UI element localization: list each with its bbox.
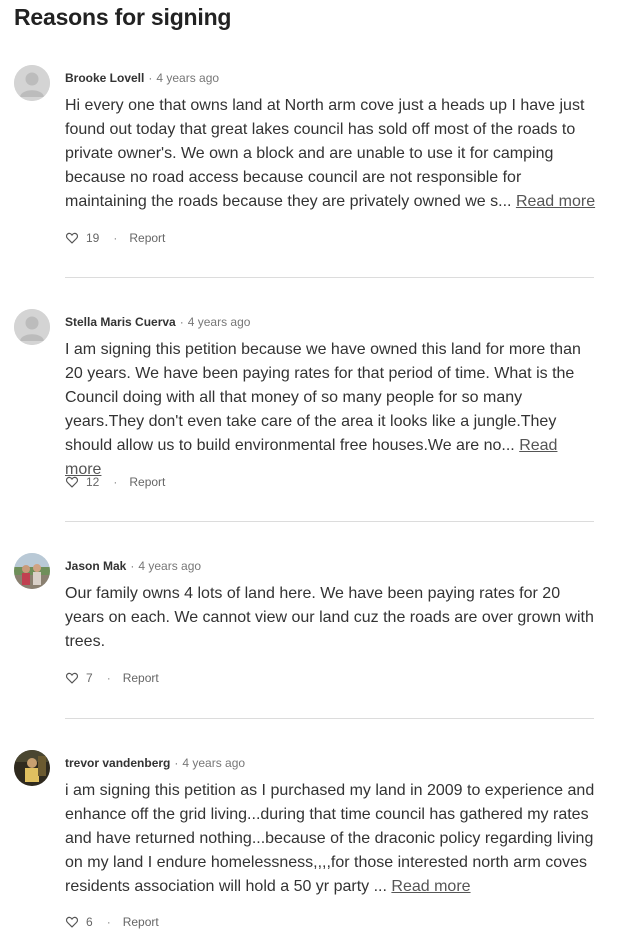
divider	[65, 718, 594, 719]
comment-body: I am signing this petition because we ha…	[65, 338, 597, 482]
author-name[interactable]: Jason Mak	[65, 559, 126, 573]
author-name[interactable]: trevor vandenberg	[65, 756, 170, 770]
divider	[65, 521, 594, 522]
action-separator: ·	[113, 475, 118, 489]
comment-actions: 7 · Report	[65, 671, 159, 685]
comment-body: Hi every one that owns land at North arm…	[65, 94, 597, 214]
comment-actions: 19 · Report	[65, 231, 165, 245]
comment-meta: Stella Maris Cuerva · 4 years ago	[65, 315, 250, 329]
heart-icon[interactable]	[65, 475, 79, 489]
comment-item: Brooke Lovell · 4 years ago Hi every one t…	[0, 65, 619, 278]
avatar[interactable]	[14, 65, 50, 101]
meta-separator: ·	[174, 756, 179, 770]
comment-item: Stella Maris Cuerva · 4 years ago I am sig…	[0, 309, 619, 522]
like-count: 19	[86, 231, 100, 245]
comment-meta: Jason Mak · 4 years ago	[65, 559, 201, 573]
like-count: 7	[86, 671, 93, 685]
avatar[interactable]	[14, 309, 50, 345]
comment-meta: trevor vandenberg · 4 years ago	[65, 756, 245, 770]
comment-body: i am signing this petition as I purchase…	[65, 779, 597, 899]
comment-meta: Brooke Lovell · 4 years ago	[65, 71, 219, 85]
comment-item: Jason Mak · 4 years ago Our family owns 4 …	[0, 553, 619, 719]
meta-separator: ·	[148, 71, 153, 85]
comment-item: trevor vandenberg · 4 years ago i am signi…	[0, 750, 619, 936]
default-avatar-icon	[14, 65, 50, 101]
report-link[interactable]: Report	[129, 231, 165, 245]
avatar[interactable]	[14, 553, 50, 589]
report-link[interactable]: Report	[129, 475, 165, 489]
action-separator: ·	[113, 231, 118, 245]
photo-avatar-icon	[14, 553, 50, 589]
author-name[interactable]: Brooke Lovell	[65, 71, 144, 85]
meta-separator: ·	[179, 315, 184, 329]
divider	[65, 277, 594, 278]
read-more-link[interactable]: Read more	[516, 193, 595, 210]
comment-time: 4 years ago	[182, 756, 246, 770]
comment-actions: 12 · Report	[65, 475, 165, 489]
like-count: 12	[86, 475, 100, 489]
comment-time: 4 years ago	[138, 559, 202, 573]
section-heading: Reasons for signing	[14, 4, 232, 30]
meta-separator: ·	[130, 559, 135, 573]
heart-icon[interactable]	[65, 231, 79, 245]
comment-time: 4 years ago	[156, 71, 220, 85]
comment-text: Hi every one that owns land at North arm…	[65, 97, 585, 210]
comment-actions: 6 · Report	[65, 915, 159, 929]
photo-avatar-icon	[14, 750, 50, 786]
avatar[interactable]	[14, 750, 50, 786]
action-separator: ·	[106, 915, 111, 929]
heart-icon[interactable]	[65, 915, 79, 929]
heart-icon[interactable]	[65, 671, 79, 685]
default-avatar-icon	[14, 309, 50, 345]
report-link[interactable]: Report	[123, 671, 159, 685]
report-link[interactable]: Report	[123, 915, 159, 929]
read-more-link[interactable]: Read more	[391, 878, 470, 895]
comment-body: Our family owns 4 lots of land here. We …	[65, 582, 597, 654]
comment-text: i am signing this petition as I purchase…	[65, 782, 595, 895]
author-name[interactable]: Stella Maris Cuerva	[65, 315, 176, 329]
comment-text: I am signing this petition because we ha…	[65, 341, 581, 454]
comment-text: Our family owns 4 lots of land here. We …	[65, 585, 594, 650]
comment-time: 4 years ago	[187, 315, 251, 329]
like-count: 6	[86, 915, 93, 929]
action-separator: ·	[106, 671, 111, 685]
